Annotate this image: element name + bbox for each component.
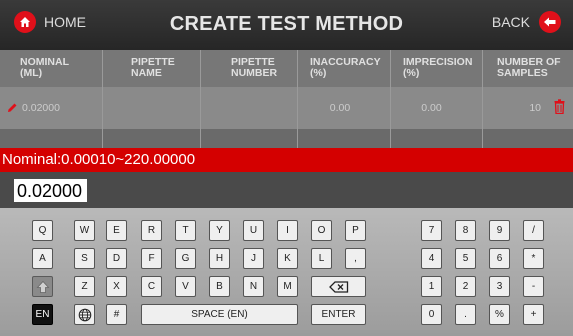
column-header-imprecision: IMPRECISION (%) <box>391 50 483 87</box>
key-x[interactable]: X <box>106 276 127 297</box>
key-7[interactable]: 7 <box>421 220 442 241</box>
back-button[interactable]: BACK <box>492 11 561 33</box>
key-o[interactable]: O <box>311 220 332 241</box>
key-9[interactable]: 9 <box>489 220 510 241</box>
enter-key[interactable]: ENTER <box>311 304 366 325</box>
key-y[interactable]: Y <box>209 220 230 241</box>
key-p[interactable]: P <box>345 220 366 241</box>
nominal-input[interactable] <box>14 179 87 202</box>
pipette-name-cell[interactable] <box>103 87 201 129</box>
key-q[interactable]: Q <box>32 220 53 241</box>
key-d[interactable]: D <box>106 248 127 269</box>
trash-icon[interactable] <box>554 99 565 114</box>
key-m[interactable]: M <box>277 276 298 297</box>
column-header-number-of-samples: NUMBER OF SAMPLES <box>497 56 561 79</box>
key-percent[interactable]: % <box>489 304 510 325</box>
test-method-table: NOMINAL (ml) PIPETTE NAME PIPETTE NUMBER IN… <box>0 50 573 161</box>
table-row[interactable]: 0.02000 0.00 0.00 10 <box>0 87 573 129</box>
key-b[interactable]: B <box>209 276 230 297</box>
key-minus[interactable]: - <box>523 276 544 297</box>
key-v[interactable]: V <box>175 276 196 297</box>
key-2[interactable]: 2 <box>455 276 476 297</box>
globe-icon <box>78 308 91 321</box>
backspace-key[interactable] <box>311 276 366 297</box>
key-t[interactable]: T <box>175 220 196 241</box>
key-f[interactable]: F <box>141 248 162 269</box>
samples-cell[interactable]: 10 <box>483 87 573 129</box>
key-l[interactable]: L <box>311 248 332 269</box>
key-5[interactable]: 5 <box>455 248 476 269</box>
key-period[interactable]: . <box>455 304 476 325</box>
key-n[interactable]: N <box>243 276 264 297</box>
key-j[interactable]: J <box>243 248 264 269</box>
key-g[interactable]: G <box>175 248 196 269</box>
pencil-icon[interactable] <box>7 102 18 113</box>
header-bar: HOME CREATE TEST METHOD BACK <box>0 0 573 50</box>
nominal-cell[interactable]: 0.02000 <box>0 87 103 129</box>
back-arrow-icon <box>539 11 561 33</box>
column-header-pipette-number: PIPETTE NUMBER <box>201 50 298 87</box>
key-u[interactable]: U <box>243 220 264 241</box>
key-asterisk[interactable]: * <box>523 248 544 269</box>
key-plus[interactable]: + <box>523 304 544 325</box>
key-w[interactable]: W <box>74 220 95 241</box>
globe-key[interactable] <box>74 304 95 325</box>
onscreen-keyboard: Q W E R T Y U I O P A S D F G H J K L , … <box>0 208 573 336</box>
nominal-range-hint: Nominal:0.00010~220.00000 <box>0 148 573 172</box>
shift-arrow-icon <box>36 280 49 293</box>
table-header-row: NOMINAL (ml) PIPETTE NAME PIPETTE NUMBER IN… <box>0 50 573 87</box>
key-4[interactable]: 4 <box>421 248 442 269</box>
column-header-inaccuracy: INACCURACY (%) <box>298 50 391 87</box>
imprecision-cell[interactable]: 0.00 <box>391 87 483 129</box>
language-key[interactable]: EN <box>32 304 53 325</box>
pipette-number-cell[interactable] <box>201 87 298 129</box>
space-key[interactable]: SPACE (EN) <box>141 304 298 325</box>
key-6[interactable]: 6 <box>489 248 510 269</box>
key-3[interactable]: 3 <box>489 276 510 297</box>
key-s[interactable]: S <box>74 248 95 269</box>
shift-key[interactable] <box>32 276 53 297</box>
back-label: BACK <box>491 14 530 30</box>
inaccuracy-cell[interactable]: 0.00 <box>298 87 391 129</box>
key-r[interactable]: R <box>141 220 162 241</box>
input-row <box>0 172 573 208</box>
key-e[interactable]: E <box>106 220 127 241</box>
key-c[interactable]: C <box>141 276 162 297</box>
key-k[interactable]: K <box>277 248 298 269</box>
backspace-icon <box>328 280 348 293</box>
key-slash[interactable]: / <box>523 220 544 241</box>
key-1[interactable]: 1 <box>421 276 442 297</box>
key-8[interactable]: 8 <box>455 220 476 241</box>
column-header-nominal: NOMINAL (ml) <box>0 50 103 87</box>
key-hash[interactable]: # <box>106 304 127 325</box>
key-a[interactable]: A <box>32 248 53 269</box>
key-z[interactable]: Z <box>74 276 95 297</box>
key-h[interactable]: H <box>209 248 230 269</box>
key-i[interactable]: I <box>277 220 298 241</box>
page-title: CREATE TEST METHOD <box>169 13 404 35</box>
key-comma[interactable]: , <box>345 248 366 269</box>
column-header-pipette-name: PIPETTE NAME <box>103 50 201 87</box>
key-0[interactable]: 0 <box>421 304 442 325</box>
